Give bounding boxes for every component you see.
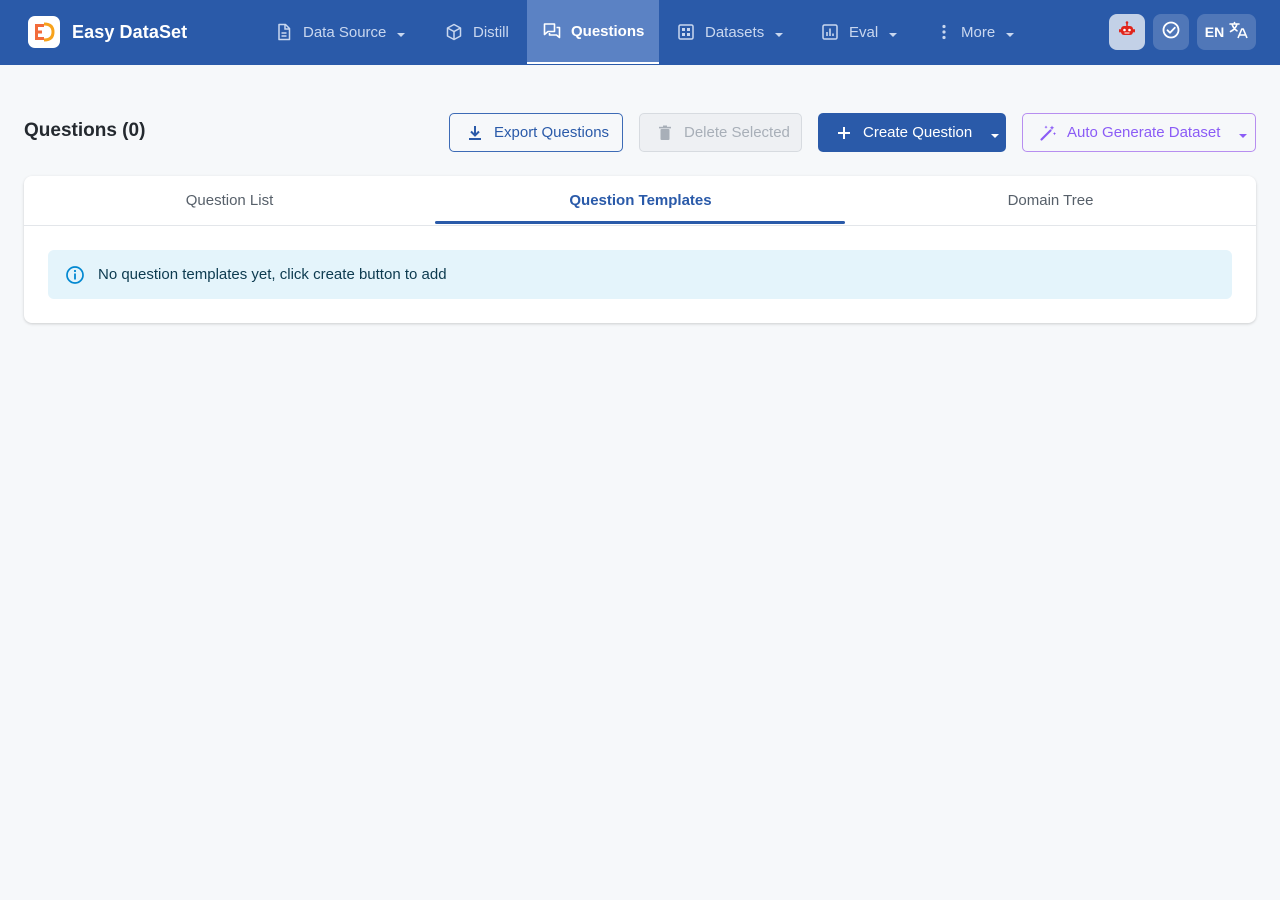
document-icon: [275, 23, 293, 41]
top-navigation-bar: Easy DataSet Data Source Distill Questio…: [0, 0, 1280, 65]
app-logo-icon: [28, 16, 60, 48]
task-status-button[interactable]: [1153, 14, 1189, 50]
cube-icon: [445, 23, 463, 41]
info-icon: [65, 265, 85, 285]
chat-icon: [543, 22, 561, 40]
button-label: Delete Selected: [684, 124, 790, 141]
nav-eval[interactable]: Eval: [805, 0, 915, 64]
tab-label: Domain Tree: [1007, 191, 1094, 209]
nav-label: Data Source: [303, 23, 387, 41]
tab-question-templates[interactable]: Question Templates: [435, 176, 846, 224]
bar-chart-icon: [821, 23, 839, 41]
grid-icon: [677, 23, 695, 41]
nav-label: More: [961, 23, 996, 41]
delete-selected-button[interactable]: Delete Selected: [639, 113, 802, 152]
button-label: Auto Generate Dataset: [1067, 124, 1221, 141]
nav-more[interactable]: More: [925, 0, 1031, 64]
download-icon: [466, 124, 484, 142]
page-title: Questions (0): [24, 120, 146, 141]
robot-icon: [1117, 20, 1137, 45]
trash-icon: [656, 124, 674, 142]
language-code: EN: [1204, 24, 1225, 40]
export-questions-button[interactable]: Export Questions: [449, 113, 623, 152]
alert-message: No question templates yet, click create …: [98, 266, 447, 283]
button-label: Export Questions: [494, 124, 610, 141]
nav-label: Questions: [571, 22, 645, 40]
chevron-down-icon: [888, 27, 898, 37]
magic-wand-icon: [1039, 124, 1057, 142]
chevron-down-icon: [1005, 27, 1015, 37]
tab-bar: Question List Question Templates Domain …: [24, 176, 1256, 226]
info-alert: No question templates yet, click create …: [48, 250, 1232, 299]
chevron-down-icon: [1238, 128, 1248, 138]
nav-label: Datasets: [705, 23, 765, 41]
active-tab-indicator: [435, 221, 845, 224]
button-label: Create Question: [863, 124, 973, 141]
more-vertical-icon: [935, 23, 953, 41]
create-question-button[interactable]: Create Question: [818, 113, 1006, 152]
nav-distill[interactable]: Distill: [429, 0, 527, 64]
language-switch-button[interactable]: EN: [1197, 14, 1256, 50]
plus-icon: [835, 124, 853, 142]
nav-label: Distill: [473, 23, 509, 41]
chevron-down-icon: [396, 27, 406, 37]
tab-domain-tree[interactable]: Domain Tree: [845, 176, 1256, 224]
auto-generate-dataset-button[interactable]: Auto Generate Dataset: [1022, 113, 1256, 152]
model-select-button[interactable]: [1109, 14, 1145, 50]
tab-label: Question Templates: [569, 191, 712, 209]
translate-icon: [1228, 20, 1248, 45]
chevron-down-icon: [774, 27, 784, 37]
nav-questions[interactable]: Questions: [527, 0, 659, 64]
tab-question-list[interactable]: Question List: [24, 176, 435, 224]
app-name: Easy DataSet: [72, 21, 188, 42]
questions-card: Question List Question Templates Domain …: [24, 176, 1256, 323]
nav-label: Eval: [849, 23, 879, 41]
nav-datasets[interactable]: Datasets: [661, 0, 805, 64]
nav-data-source[interactable]: Data Source: [259, 0, 429, 64]
check-circle-icon: [1161, 20, 1181, 45]
brand[interactable]: Easy DataSet: [28, 16, 187, 48]
tab-label: Question List: [185, 191, 274, 209]
chevron-down-icon[interactable]: [990, 128, 1000, 138]
